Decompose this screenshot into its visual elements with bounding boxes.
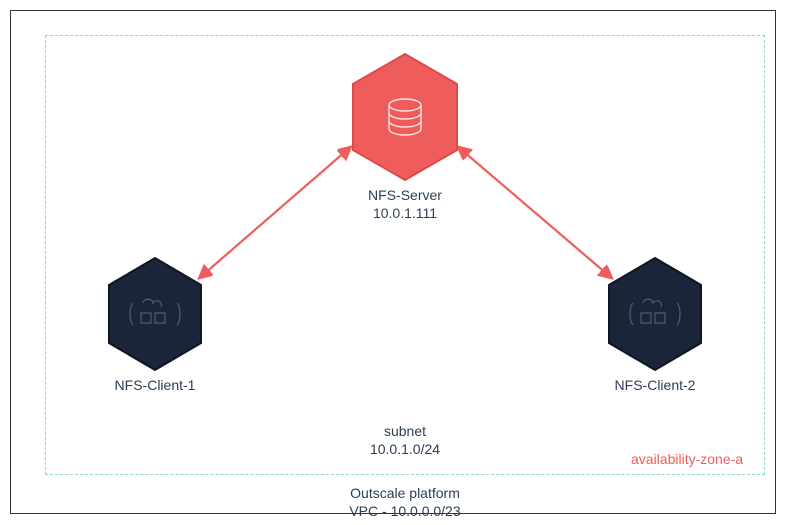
platform-text: Outscale platform — [350, 485, 460, 501]
nfs-client-1-label: NFS-Client-1 — [103, 377, 207, 395]
nfs-server-label: NFS-Server 10.0.1.111 — [347, 187, 463, 222]
nfs-server-node: NFS-Server 10.0.1.111 — [347, 51, 463, 222]
server-hexagon-icon — [347, 51, 463, 183]
availability-zone-label: availability-zone-a — [631, 451, 743, 467]
az-text: availability-zone-a — [631, 451, 743, 467]
nfs-client-2-node: NFS-Client-2 — [603, 255, 707, 395]
server-name: NFS-Server — [368, 187, 442, 203]
subnet-cidr: 10.0.1.0/24 — [370, 441, 440, 457]
vpc-text: VPC - 10.0.0.0/23 — [349, 503, 460, 519]
server-ip: 10.0.1.111 — [373, 205, 437, 221]
platform-label: Outscale platform VPC - 10.0.0.0/23 — [255, 485, 555, 520]
subnet-text: subnet — [384, 423, 426, 439]
client2-name: NFS-Client-2 — [615, 377, 696, 393]
subnet-label: subnet 10.0.1.0/24 — [305, 423, 505, 458]
nfs-client-2-label: NFS-Client-2 — [603, 377, 707, 395]
diagram-frame: NFS-Server 10.0.1.111 NFS-Client-1 — [10, 10, 776, 514]
client-hexagon-icon — [603, 255, 707, 373]
nfs-client-1-node: NFS-Client-1 — [103, 255, 207, 395]
client1-name: NFS-Client-1 — [115, 377, 196, 393]
client-hexagon-icon — [103, 255, 207, 373]
